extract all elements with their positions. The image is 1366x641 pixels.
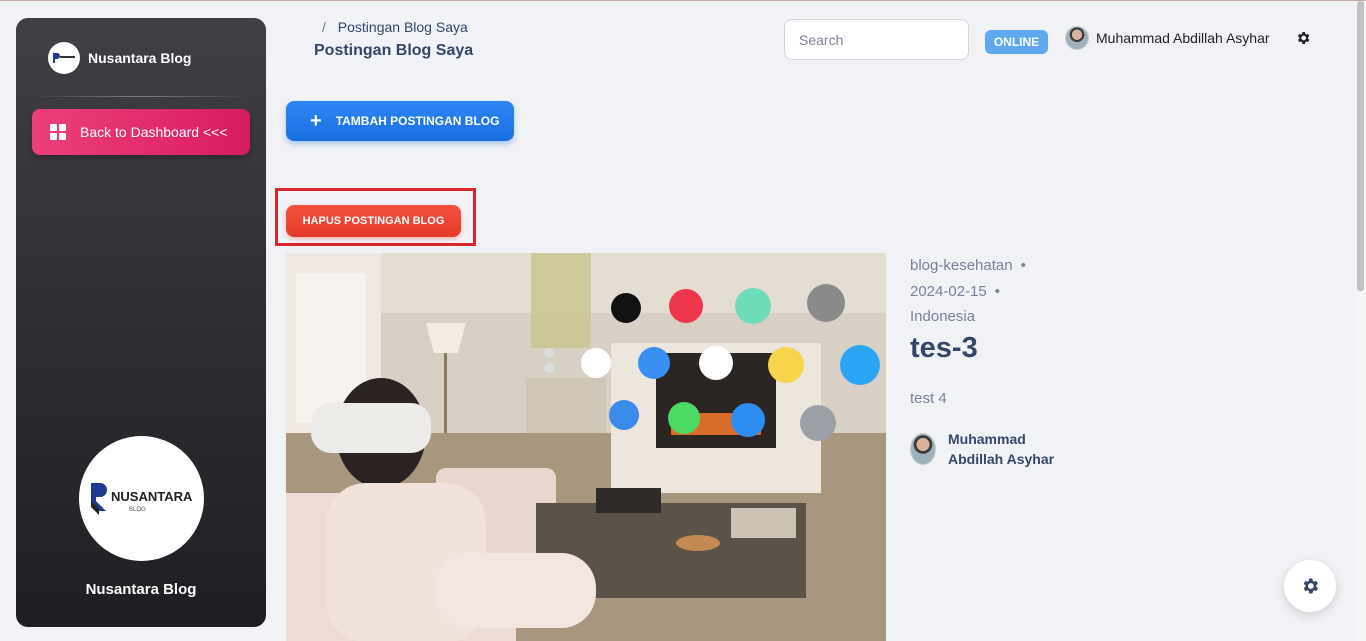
page-title: Postingan Blog Saya	[314, 42, 474, 59]
sidebar-logo: NUSANTARA BLOG	[79, 436, 204, 561]
author-name-line1: Muhammad	[948, 431, 1026, 447]
sidebar-divider	[32, 96, 250, 97]
back-to-dashboard-button[interactable]: Back to Dashboard <<<	[32, 109, 250, 155]
post-title[interactable]: tes-3	[910, 332, 978, 365]
logo-text: NUSANTARA	[111, 489, 193, 504]
add-blog-post-label: TAMBAH POSTINGAN BLOG	[335, 114, 500, 128]
post-country: Indonesia	[910, 308, 976, 325]
post-date-row: 2024-02-15 •	[910, 283, 1000, 300]
post-author[interactable]: Muhammad Abdillah Asyhar	[910, 429, 1058, 469]
configurator-button[interactable]	[1284, 560, 1336, 612]
settings-gear-icon[interactable]	[1295, 30, 1311, 46]
breadcrumb-separator: /	[322, 19, 326, 35]
back-to-dashboard-label: Back to Dashboard <<<	[80, 124, 228, 140]
author-name-line2: Abdillah Asyhar	[948, 451, 1055, 467]
user-name: Muhammad Abdillah Asyhar	[1096, 30, 1270, 46]
brand-logo	[48, 42, 80, 74]
author-avatar	[910, 433, 936, 465]
post-category-row: blog-kesehatan •	[910, 257, 1026, 274]
blog-post-image[interactable]	[286, 253, 886, 641]
status-badge: ONLINE	[985, 30, 1048, 54]
search-input[interactable]	[784, 19, 969, 60]
logo-subtext: BLOG	[129, 507, 146, 513]
add-blog-post-button[interactable]: + TAMBAH POSTINGAN BLOG	[286, 101, 514, 141]
dashboard-icon	[50, 124, 66, 140]
avatar	[1065, 26, 1089, 50]
sidebar-brand[interactable]: Nusantara Blog	[48, 42, 191, 74]
brand-name: Nusantara Blog	[88, 50, 192, 66]
plus-icon: +	[310, 110, 322, 132]
post-excerpt: test 4	[910, 390, 947, 407]
sidebar: Nusantara Blog Back to Dashboard <<< NUS…	[16, 18, 266, 627]
author-name: Muhammad Abdillah Asyhar	[948, 429, 1058, 469]
gear-icon	[1303, 578, 1318, 594]
breadcrumb-current: Postingan Blog Saya	[337, 19, 468, 35]
dot-separator: •	[994, 283, 1000, 300]
delete-blog-post-button[interactable]: HAPUS POSTINGAN BLOG	[286, 205, 461, 237]
scrollbar-thumb[interactable]	[1357, 1, 1364, 291]
dot-separator: •	[1020, 257, 1026, 274]
user-profile[interactable]: Muhammad Abdillah Asyhar	[1065, 26, 1270, 50]
breadcrumb: / Postingan Blog Saya	[322, 19, 468, 35]
post-date: 2024-02-15	[910, 283, 987, 300]
post-category[interactable]: blog-kesehatan	[910, 257, 1013, 274]
sidebar-footer-name: Nusantara Blog	[85, 581, 197, 598]
